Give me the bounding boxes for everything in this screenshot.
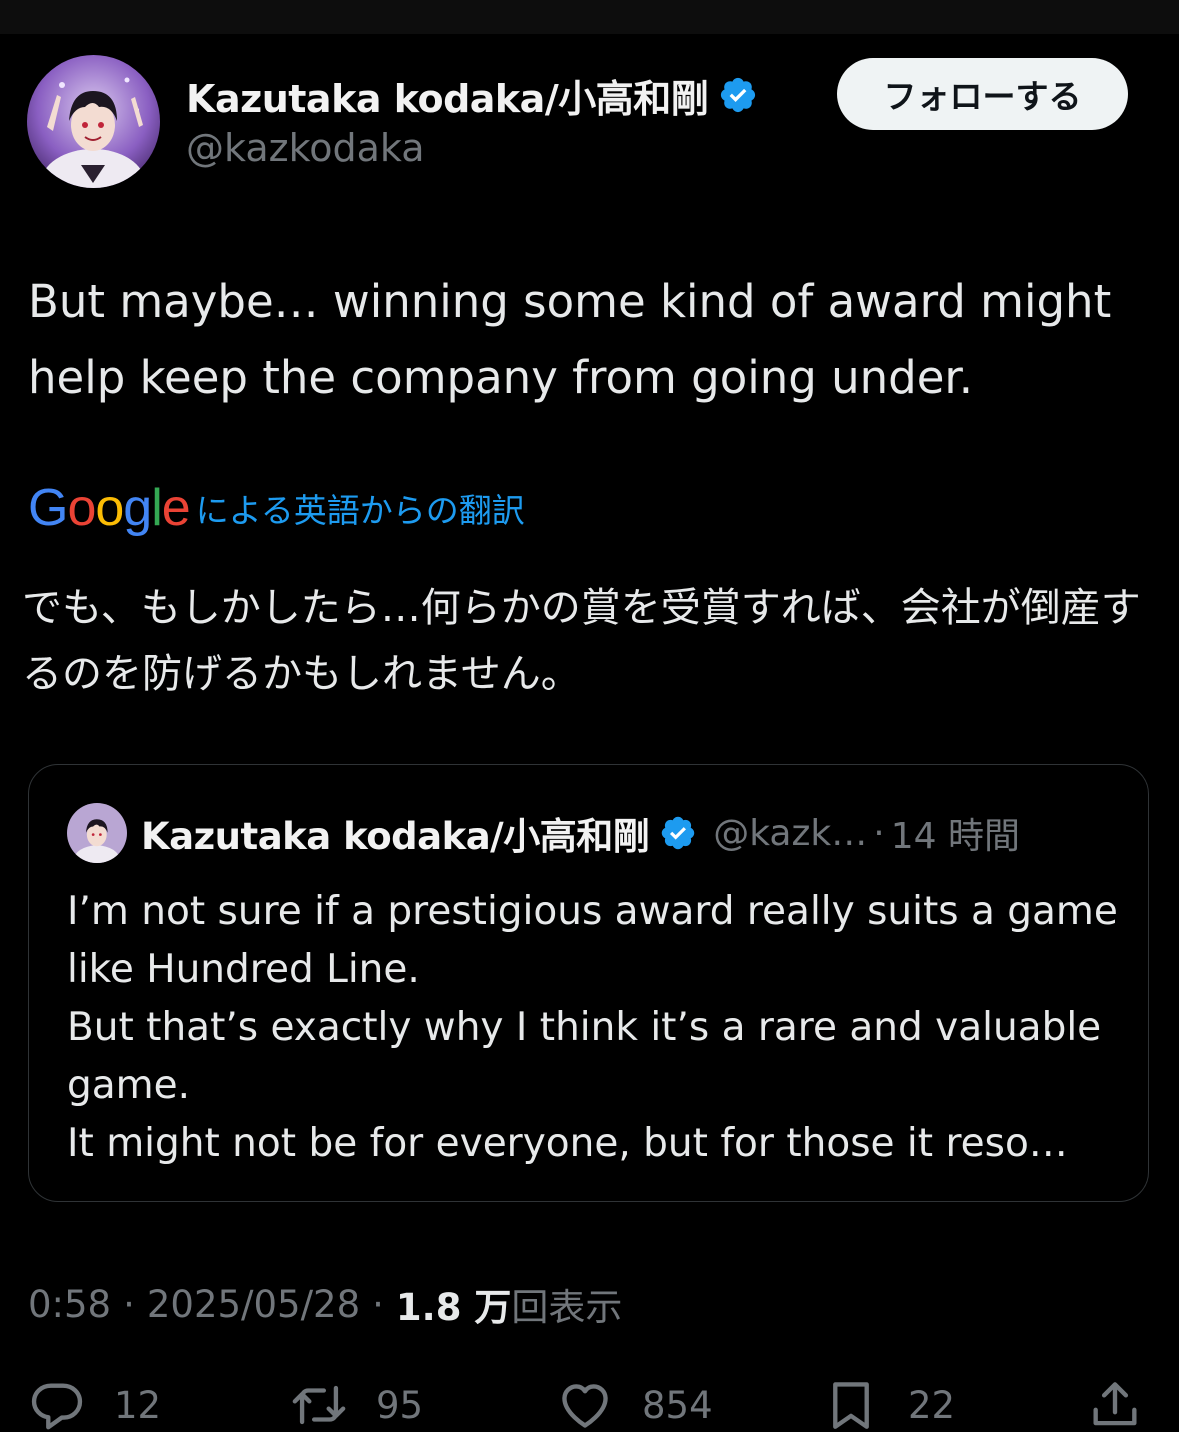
quote-avatar-illustration [67, 803, 127, 863]
top-status-strip [0, 0, 1179, 34]
quote-separator-dot: · [873, 812, 885, 854]
author-handle[interactable]: @kazkodaka [186, 126, 425, 170]
tweet-meta: 0:58 · 2025/05/28 · 1.8 万 回表示 [28, 1276, 622, 1332]
meta-separator-dot: · [123, 1282, 135, 1326]
like-count: 854 [642, 1383, 713, 1427]
views-label[interactable]: 回表示 [511, 1277, 622, 1331]
quote-verified-badge-icon [659, 814, 697, 852]
share-upload-icon [1093, 1382, 1137, 1426]
quote-body-line: But that’s exactly why I think it’s a ra… [67, 1005, 1102, 1108]
like-button[interactable]: 854 [556, 1372, 713, 1432]
bookmark-button[interactable]: 22 [822, 1372, 955, 1432]
author-display-name[interactable]: Kazutaka kodaka/小高和剛 [186, 68, 709, 123]
quote-body-text: I’m not sure if a prestigious award real… [67, 883, 1127, 1173]
tweet-text: But maybe… winning some kind of award mi… [28, 275, 1112, 404]
heart-icon [562, 1384, 608, 1428]
quote-tweet-card[interactable]: Kazutaka kodaka/小高和剛 @kazk… · 14 時間 I’m … [28, 764, 1149, 1202]
quote-body-line: I’m not sure if a prestigious award real… [67, 889, 1118, 992]
speech-bubble-icon [31, 1383, 83, 1430]
reply-count: 12 [114, 1383, 162, 1427]
google-logo: Google [28, 479, 191, 537]
action-bar: 12 95 854 22 [0, 1372, 1179, 1432]
bookmark-icon [833, 1382, 869, 1429]
verified-badge-icon [718, 75, 758, 115]
translation-label-text[interactable]: による英語からの翻訳 [196, 484, 525, 532]
repost-button[interactable]: 95 [290, 1372, 423, 1432]
repost-count: 95 [376, 1383, 424, 1427]
quote-author-name: Kazutaka kodaka/小高和剛 [141, 815, 650, 858]
follow-button[interactable]: フォローする [837, 58, 1128, 130]
reply-button[interactable]: 12 [28, 1372, 161, 1432]
quote-timestamp: 14 時間 [890, 816, 1020, 857]
tweet-time: 0:58 [28, 1282, 112, 1326]
translated-text: でも、もしかしたら…何らかの賞を受賞すれば、会社が倒産するのを防げるかもしれませ… [22, 585, 1141, 697]
translation-attribution[interactable]: Google による英語からの翻訳 [28, 478, 525, 538]
share-button[interactable] [1086, 1372, 1144, 1432]
quote-author-handle: @kazk… [713, 812, 868, 854]
bookmark-count: 22 [908, 1383, 956, 1427]
author-avatar[interactable] [27, 55, 160, 188]
avatar-illustration [27, 55, 160, 188]
author-name-row[interactable]: Kazutaka kodaka/小高和剛 [186, 68, 758, 123]
quote-header: Kazutaka kodaka/小高和剛 @kazk… · 14 時間 [141, 805, 1020, 861]
tweet-date: 2025/05/28 [146, 1282, 361, 1326]
quote-author-avatar [67, 803, 127, 863]
tweet-detail-page: Kazutaka kodaka/小高和剛 @kazkodaka フォローする B… [0, 0, 1179, 1432]
quote-body-line: It might not be for everyone, but for th… [67, 1121, 1068, 1166]
meta-separator-dot: · [372, 1282, 384, 1326]
repost-arrows-icon [292, 1385, 346, 1425]
views-count[interactable]: 1.8 万 [396, 1277, 511, 1331]
